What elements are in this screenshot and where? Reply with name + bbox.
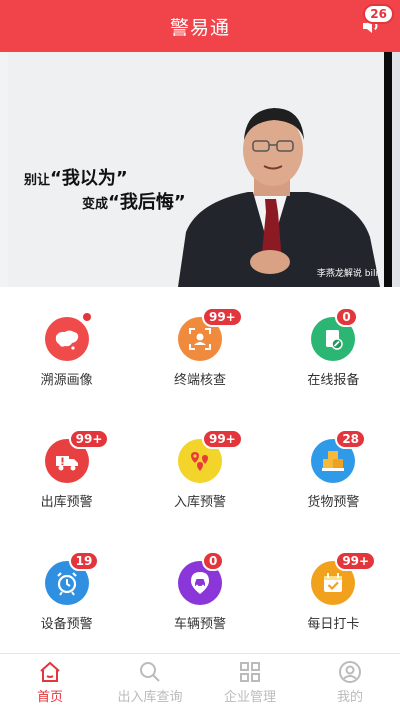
nav-item-enterprise[interactable]: 企业管理 [200, 654, 300, 711]
china-map-icon [44, 317, 89, 361]
count-badge: 28 [335, 429, 367, 449]
unread-dot [82, 313, 91, 321]
grid-icon-wrap: 99+ [177, 429, 243, 483]
grid-item-terminal-check[interactable]: 99+ 终端核查 [133, 287, 266, 409]
nav-item-home[interactable]: 首页 [0, 654, 100, 711]
grid-icon [240, 662, 260, 682]
nav-label: 出入库查询 [117, 690, 183, 705]
grid-item-label: 终端核查 [173, 373, 226, 388]
count-badge: 99+ [68, 429, 110, 449]
app-header: 警易通 26 [0, 0, 400, 52]
banner-line-1-emphasis: “我以为” [50, 168, 128, 189]
grid-item-device-alert[interactable]: 19 设备预警 [0, 531, 133, 653]
user-icon [339, 661, 361, 683]
grid-item-label: 每日打卡 [307, 617, 360, 632]
grid-icon-wrap: 99+ [177, 307, 243, 361]
grid-icon-wrap: 99+ [44, 429, 110, 483]
grid-item-label: 在线报备 [307, 373, 360, 388]
count-badge: 19 [68, 551, 100, 571]
nav-label: 企业管理 [223, 690, 276, 705]
grid-item-goods-alert[interactable]: 28 货物预警 [267, 409, 400, 531]
grid-item-label: 货物预警 [307, 495, 360, 510]
banner-line-2-emphasis: “我后悔” [108, 192, 186, 213]
nav-label: 我的 [336, 690, 363, 705]
banner-line-2-prefix: 变成 [82, 197, 109, 212]
grid-item-outbound-alert[interactable]: 99+ 出库预警 [0, 409, 133, 531]
video-banner[interactable]: 别让“我以为” 变成“我后悔” 李燕龙解说 bili [0, 52, 400, 287]
grid-item-label: 车辆预警 [173, 617, 226, 632]
count-badge: 99+ [335, 551, 377, 571]
nav-item-mine[interactable]: 我的 [300, 654, 400, 711]
grid-icon-wrap: 28 [311, 429, 367, 483]
grid-item-inbound-alert[interactable]: 99+ 入库预警 [133, 409, 266, 531]
count-badge: 0 [201, 551, 225, 571]
banner-line-1-prefix: 别让 [24, 173, 51, 188]
banner-credit: 李燕龙解说 bili [316, 269, 378, 279]
banner-line-2: 变成“我后悔” [82, 188, 186, 214]
grid-icon-wrap: 0 [177, 551, 225, 605]
grid-item-online-report[interactable]: 0 在线报备 [267, 287, 400, 409]
grid-item-label: 溯源画像 [40, 373, 93, 388]
grid-item-daily-checkin[interactable]: 99+ 每日打卡 [267, 531, 400, 653]
grid-icon-wrap: 0 [311, 307, 358, 361]
grid-item-vehicle-alert[interactable]: 0 车辆预警 [133, 531, 266, 653]
grid-icon-wrap [44, 313, 91, 361]
grid-item-label: 入库预警 [173, 495, 226, 510]
search-icon [140, 662, 160, 682]
count-badge: 0 [335, 307, 358, 327]
home-icon [40, 661, 60, 682]
grid-icon-wrap: 99+ [311, 551, 377, 605]
count-badge: 99+ [201, 307, 243, 327]
nav-item-stock-query[interactable]: 出入库查询 [100, 654, 200, 711]
grid-item-trace-profile[interactable]: 溯源画像 [0, 287, 133, 409]
notification-badge: 26 [363, 4, 394, 24]
count-badge: 99+ [201, 429, 243, 449]
grid-icon-wrap: 19 [44, 551, 100, 605]
grid-item-label: 设备预警 [40, 617, 93, 632]
banner-line-1: 别让“我以为” [24, 164, 128, 190]
bottom-nav: 首页 出入库查询 企业管理 我的 [0, 653, 400, 711]
page-title: 警易通 [169, 16, 230, 39]
grid-item-label: 出库预警 [40, 495, 93, 510]
function-grid: 溯源画像 99+ 终端核查 0 在线报备 99+ 出库预警 99+ 入库预警 2… [0, 287, 400, 653]
nav-label: 首页 [36, 690, 63, 705]
